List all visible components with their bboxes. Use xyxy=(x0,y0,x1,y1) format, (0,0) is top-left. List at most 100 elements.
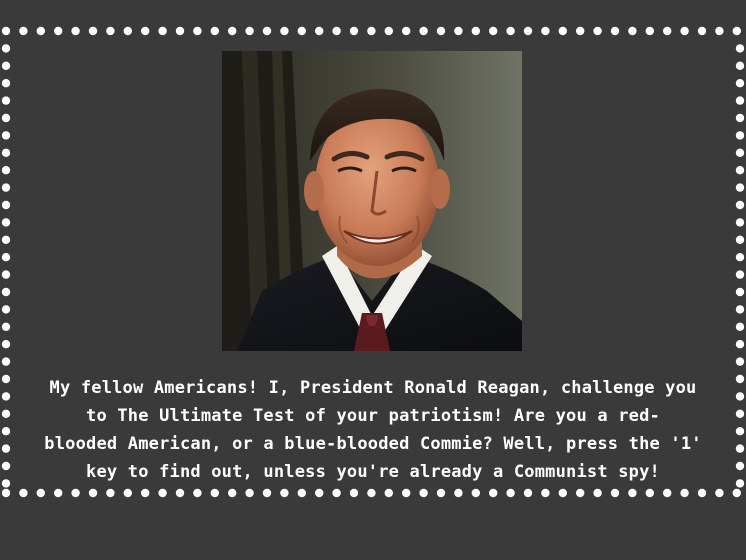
border-dot xyxy=(88,26,98,36)
border-dot xyxy=(1,96,11,105)
border-dot xyxy=(402,488,411,498)
border-dot xyxy=(735,44,745,53)
game-screen: My fellow Americans! I, President Ronald… xyxy=(0,0,746,560)
border-dot xyxy=(680,488,689,498)
border-dot xyxy=(280,26,289,36)
border-dot xyxy=(1,340,11,349)
border-dot xyxy=(735,113,745,123)
border-dot xyxy=(436,488,446,498)
border-dot xyxy=(732,488,741,498)
border-dot xyxy=(628,488,637,498)
border-dot xyxy=(645,488,654,498)
border-dot xyxy=(735,340,745,349)
border-dot xyxy=(1,357,11,366)
border-dot xyxy=(735,357,745,366)
border-dot xyxy=(735,79,745,88)
border-dot xyxy=(228,488,237,498)
border-dot xyxy=(262,26,272,36)
border-dot xyxy=(628,26,637,36)
border-dot xyxy=(384,26,393,36)
border-dot xyxy=(193,488,202,498)
border-dot xyxy=(1,235,11,244)
border-dot xyxy=(489,488,498,498)
border-dot xyxy=(280,488,289,498)
border-dot xyxy=(523,488,533,498)
border-dot xyxy=(228,26,237,36)
border-dot xyxy=(158,26,167,36)
border-dot xyxy=(471,26,480,36)
border-dot xyxy=(523,26,533,36)
border-dot xyxy=(71,488,80,498)
border-dot xyxy=(402,26,411,36)
border-dot xyxy=(541,26,550,36)
border-dot xyxy=(315,26,324,36)
border-dot xyxy=(610,26,620,36)
dialog-line: blooded American, or a blue-blooded Comm… xyxy=(44,434,702,454)
border-dot xyxy=(71,26,80,36)
border-dot xyxy=(735,270,745,279)
border-dot xyxy=(735,96,745,105)
border-dot xyxy=(141,26,150,36)
border-dot xyxy=(1,79,11,88)
border-dot xyxy=(471,488,480,498)
border-dot xyxy=(175,26,185,36)
border-dot xyxy=(715,26,724,36)
border-dot xyxy=(19,488,28,498)
border-dot xyxy=(697,26,707,36)
border-dot xyxy=(123,26,132,36)
border-dot xyxy=(210,488,219,498)
border-dot xyxy=(193,26,202,36)
border-dot xyxy=(419,26,428,36)
border-dot xyxy=(245,26,254,36)
border-dot xyxy=(367,26,376,36)
border-dot xyxy=(697,488,707,498)
border-dot xyxy=(541,488,550,498)
border-dot xyxy=(1,131,11,140)
border-dot xyxy=(54,488,63,498)
border-dot xyxy=(735,287,745,297)
border-dot xyxy=(158,488,167,498)
border-dot xyxy=(88,488,98,498)
border-dot xyxy=(680,26,689,36)
border-dot xyxy=(1,218,11,227)
border-dot xyxy=(735,131,745,140)
border-dot xyxy=(1,183,11,192)
border-dot xyxy=(1,305,11,314)
border-dot xyxy=(663,488,672,498)
border-dot xyxy=(735,148,745,157)
border-dot xyxy=(454,26,463,36)
border-dot xyxy=(558,488,567,498)
border-dot xyxy=(419,488,428,498)
border-dot xyxy=(262,488,272,498)
border-dot xyxy=(367,488,376,498)
border-dot xyxy=(735,322,745,331)
border-dot xyxy=(1,322,11,331)
border-dot xyxy=(735,166,745,175)
border-dot xyxy=(19,26,28,36)
border-dot xyxy=(123,488,132,498)
border-dot xyxy=(36,26,45,36)
border-dot xyxy=(645,26,654,36)
border-dot xyxy=(558,26,567,36)
border-dot xyxy=(735,235,745,244)
border-dot xyxy=(1,148,11,157)
border-dot xyxy=(245,488,254,498)
border-dot xyxy=(315,488,324,498)
border-dot xyxy=(735,305,745,314)
border-dot xyxy=(610,488,620,498)
border-dot xyxy=(384,488,393,498)
border-dot xyxy=(576,488,585,498)
border-dot xyxy=(349,26,359,36)
border-dot xyxy=(489,26,498,36)
border-dot xyxy=(332,26,341,36)
border-dot xyxy=(1,253,11,262)
border-dot xyxy=(735,253,745,262)
border-dot xyxy=(54,26,63,36)
border-dot xyxy=(663,26,672,36)
dialog-line: My fellow Americans! I, President Ronald… xyxy=(49,378,697,398)
border-dot xyxy=(436,26,446,36)
border-dot xyxy=(210,26,219,36)
border-dot xyxy=(735,200,745,210)
border-dot xyxy=(454,488,463,498)
dialog-line: to The Ultimate Test of your patriotism!… xyxy=(86,406,660,426)
